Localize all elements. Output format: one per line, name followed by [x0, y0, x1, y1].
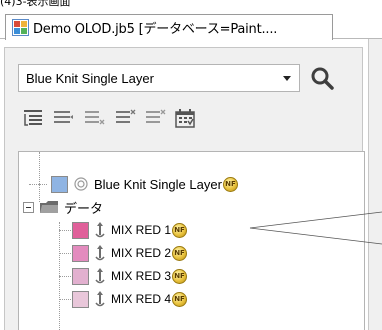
list-clear-icon[interactable]: [144, 107, 166, 129]
collapse-toggle-icon[interactable]: [23, 201, 34, 213]
search-dropdown-value: Blue Knit Single Layer: [26, 70, 154, 86]
list-delete-icon[interactable]: [114, 107, 136, 129]
nf-badge-icon: NF: [172, 222, 188, 238]
adjacent-panel-edge: [368, 39, 382, 330]
color-swatch: [72, 221, 89, 239]
radio-target-icon: [74, 177, 88, 191]
tree-folder-label: データ: [64, 200, 104, 216]
callout-lines: [249, 211, 382, 245]
anchor-pin-icon: [95, 222, 105, 238]
search-button[interactable]: [307, 64, 337, 92]
nf-badge-icon: NF: [222, 176, 238, 192]
tree-connector: [29, 184, 39, 185]
app-palette-icon: [12, 19, 29, 36]
list-indent-icon[interactable]: [22, 107, 44, 129]
tree-root-item[interactable]: Blue Knit Single Layer NF: [51, 173, 238, 195]
page-caption: (4)3-表示画面: [0, 0, 71, 8]
color-swatch: [72, 244, 89, 262]
anchor-pin-icon: [95, 268, 105, 284]
tree-connector: [59, 253, 71, 254]
tree-connector: [39, 152, 40, 202]
nf-badge-icon: NF: [172, 268, 188, 284]
tree-toolbar: [22, 107, 262, 133]
tree-connector: [59, 276, 71, 277]
tree-root-label: Blue Knit Single Layer: [94, 176, 222, 192]
tree-item-label: MIX RED 1: [111, 223, 172, 237]
list-view-icon[interactable]: [52, 107, 74, 129]
anchor-pin-icon: [95, 245, 105, 261]
tree-item[interactable]: MIX RED 4 NF: [72, 288, 188, 310]
tree-connector: [39, 184, 47, 185]
search-dropdown[interactable]: Blue Knit Single Layer: [18, 64, 300, 92]
search-icon: [311, 67, 334, 90]
tree-item[interactable]: MIX RED 1 NF: [72, 219, 188, 241]
tree-item[interactable]: MIX RED 3 NF: [72, 265, 188, 287]
document-tab-bar: Demo OLOD.jb5 [データベース=Paint....: [0, 13, 382, 40]
nf-badge-icon: NF: [172, 291, 188, 307]
folder-icon: [39, 200, 59, 214]
tree-item-label: MIX RED 4: [111, 292, 172, 306]
color-swatch: [51, 175, 68, 193]
document-tab[interactable]: Demo OLOD.jb5 [データベース=Paint....: [5, 14, 333, 40]
nf-badge-icon: NF: [172, 245, 188, 261]
document-tab-title: Demo OLOD.jb5 [データベース=Paint....: [33, 22, 278, 37]
tree-folder-item[interactable]: データ: [23, 196, 103, 218]
tree-item-label: MIX RED 2: [111, 246, 172, 260]
calendar-grid-icon[interactable]: [174, 107, 196, 129]
color-swatch: [72, 267, 89, 285]
tree-item[interactable]: MIX RED 2 NF: [72, 242, 188, 264]
tree-connector: [59, 299, 71, 300]
list-remove-icon[interactable]: [83, 107, 105, 129]
color-swatch: [72, 290, 89, 308]
anchor-pin-icon: [95, 291, 105, 307]
chevron-down-icon[interactable]: [283, 76, 291, 81]
tree-connector: [59, 230, 71, 231]
tree-item-label: MIX RED 3: [111, 269, 172, 283]
